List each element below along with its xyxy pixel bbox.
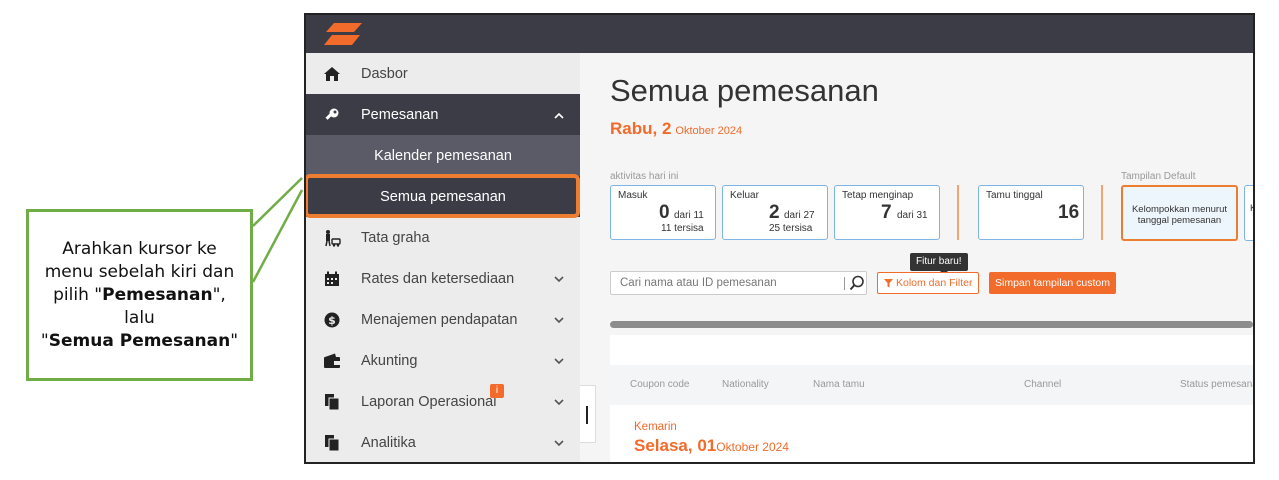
home-icon bbox=[322, 64, 342, 84]
sidebar-item-label: Menajemen pendapatan bbox=[361, 311, 518, 328]
analytics-icon bbox=[322, 433, 342, 453]
top-bar bbox=[306, 15, 1253, 53]
main-content: Semua pemesanan Rabu, 2 Oktober 2024 akti… bbox=[596, 53, 1253, 462]
divider bbox=[1101, 185, 1103, 240]
stat-tetap-menginap[interactable]: Tetap menginap 7 dari 31 bbox=[834, 185, 940, 240]
sidebar-item-label: Pemesanan bbox=[361, 106, 439, 123]
new-feature-tooltip: Fitur baru! bbox=[910, 253, 968, 275]
sidebar-item-label: Tata graha bbox=[361, 229, 430, 246]
callout-line-1: Arahkan kursor ke bbox=[62, 238, 217, 259]
callout-line-3: pilih "Pemesanan", bbox=[53, 284, 226, 305]
callout-line-5: "Semua Pemesanan" bbox=[40, 330, 239, 351]
current-date: Rabu, 2 Oktober 2024 bbox=[610, 119, 743, 138]
sidebar-item-akunting[interactable]: Akunting bbox=[306, 340, 580, 381]
group-label: Kemarin bbox=[634, 421, 677, 433]
table-header: Coupon code Nationality Nama tamu Channe… bbox=[610, 365, 1253, 405]
sidebar-item-pemesanan[interactable]: Pemesanan bbox=[306, 94, 580, 135]
sidebar-subitem-semua-pemesanan[interactable]: Semua pemesanan bbox=[306, 176, 580, 217]
sidebar-item-dasbor[interactable]: Dasbor bbox=[306, 53, 580, 94]
sidebar-item-rates-dan-ketersediaan[interactable]: Rates dan ketersediaan bbox=[306, 258, 580, 299]
column-header-nationality[interactable]: Nationality bbox=[722, 379, 769, 390]
default-view-label: Tampilan Default bbox=[1121, 171, 1196, 182]
stat-tamu-tinggal[interactable]: Tamu tinggal 16 bbox=[978, 185, 1084, 240]
divider bbox=[957, 185, 959, 240]
sidebar-subitem-kalender-pemesanan[interactable]: Kalender pemesanan bbox=[306, 135, 580, 176]
column-header-coupon-code[interactable]: Coupon code bbox=[630, 379, 690, 390]
chevron-down-icon bbox=[551, 354, 567, 368]
new-badge: i bbox=[490, 384, 504, 398]
calendar-icon bbox=[322, 269, 342, 289]
today-activity-label: aktivitas hari ini bbox=[610, 171, 679, 182]
chevron-down-icon bbox=[551, 395, 567, 409]
group-date: Selasa, 01Oktober 2024 bbox=[634, 436, 789, 455]
columns-and-filter-button[interactable]: Kolom dan Filter bbox=[877, 272, 980, 294]
report-icon bbox=[322, 392, 342, 412]
sidebar: Dasbor Pemesanan Kalender pemesanan Semu… bbox=[306, 53, 596, 462]
bookings-table: Coupon code Nationality Nama tamu Channe… bbox=[610, 335, 1253, 462]
view-group-by-booking-date[interactable]: Kelompokkan menurut tanggal pemesanan bbox=[1121, 185, 1238, 241]
filter-icon bbox=[884, 278, 893, 287]
stat-masuk[interactable]: Masuk 0 dari 11 11 tersisa bbox=[610, 185, 716, 240]
search-box bbox=[610, 271, 867, 295]
column-header-channel[interactable]: Channel bbox=[1024, 379, 1061, 390]
sidebar-subitem-label: Kalender pemesanan bbox=[374, 147, 512, 164]
save-custom-view-button[interactable]: Simpan tampilan custom bbox=[989, 272, 1116, 294]
sidebar-item-label: Dasbor bbox=[361, 65, 408, 82]
sidebar-item-laporan-operasional[interactable]: Laporan Operasional bbox=[306, 381, 580, 422]
sidebar-item-tata-graha[interactable]: Tata graha bbox=[306, 217, 580, 258]
sidebar-item-label: Rates dan ketersediaan bbox=[361, 270, 515, 287]
chevron-down-icon bbox=[551, 272, 567, 286]
housekeeping-icon bbox=[322, 228, 342, 248]
search-input[interactable] bbox=[611, 272, 841, 294]
wallet-icon bbox=[322, 351, 342, 371]
chevron-up-icon bbox=[551, 108, 567, 122]
sidebar-item-label: Laporan Operasional bbox=[361, 393, 497, 410]
key-icon bbox=[322, 105, 342, 125]
search-divider bbox=[844, 277, 845, 290]
app-window: Dasbor Pemesanan Kalender pemesanan Semu… bbox=[304, 13, 1255, 464]
svg-text:$: $ bbox=[328, 314, 336, 327]
instruction-callout: Arahkan kursor ke menu sebelah kiri dan … bbox=[26, 209, 253, 381]
chevron-down-icon bbox=[551, 436, 567, 450]
sidebar-item-label: Akunting bbox=[361, 352, 418, 369]
sidebar-item-label: Analitika bbox=[361, 434, 416, 451]
chevron-down-icon bbox=[551, 313, 567, 327]
sidebar-subitem-label: Semua pemesanan bbox=[380, 188, 506, 205]
callout-line-4: lalu bbox=[124, 307, 155, 328]
sidebar-item-analitika[interactable]: Analitika bbox=[306, 422, 580, 462]
logo-icon[interactable] bbox=[324, 23, 362, 45]
search-icon[interactable] bbox=[849, 275, 865, 296]
sidebar-collapse-handle[interactable] bbox=[580, 385, 596, 443]
horizontal-scrollbar[interactable] bbox=[610, 321, 1253, 328]
page-title: Semua pemesanan bbox=[610, 73, 879, 108]
column-header-booking-status[interactable]: Status pemesanan bbox=[1180, 379, 1253, 390]
view-option-2[interactable]: K bbox=[1244, 185, 1253, 241]
sidebar-item-menajemen-pendapatan[interactable]: $ Menajemen pendapatan bbox=[306, 299, 580, 340]
dollar-icon: $ bbox=[322, 310, 342, 330]
column-header-guest-name[interactable]: Nama tamu bbox=[813, 379, 865, 390]
callout-line-2: menu sebelah kiri dan bbox=[44, 261, 235, 282]
stat-keluar[interactable]: Keluar 2 dari 27 25 tersisa bbox=[722, 185, 828, 240]
